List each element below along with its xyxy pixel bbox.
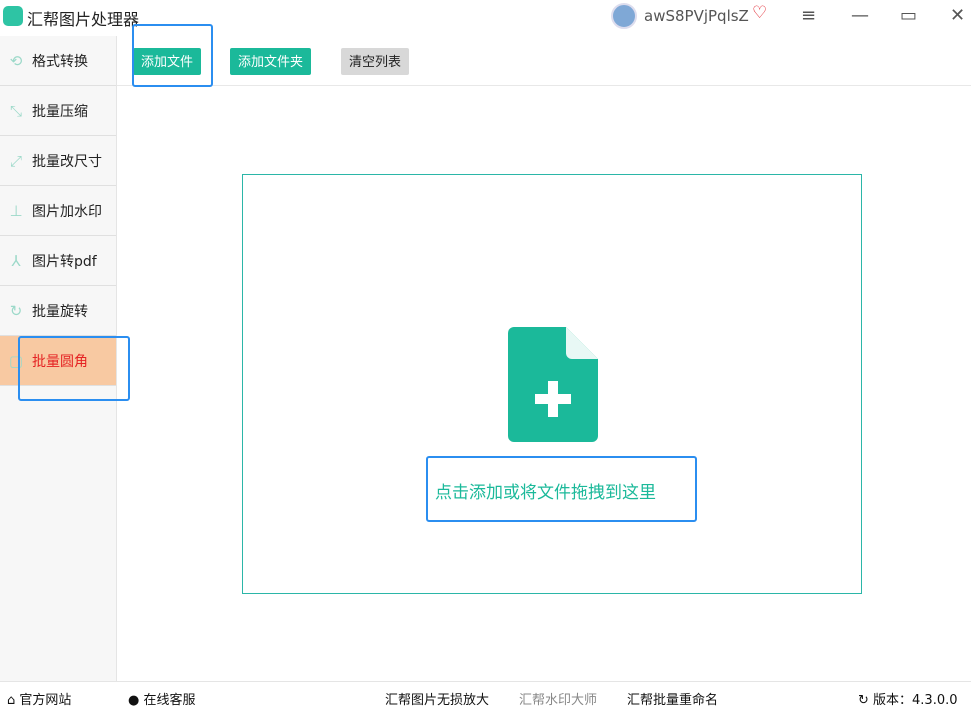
watermark-link[interactable]: 汇帮水印大师 bbox=[519, 689, 597, 708]
upscale-link[interactable]: 汇帮图片无损放大 bbox=[385, 689, 489, 708]
sidebar-item-label: 图片加水印 bbox=[32, 203, 102, 220]
avatar[interactable] bbox=[611, 3, 637, 29]
minimize-button[interactable]: — bbox=[851, 5, 869, 26]
drop-zone[interactable]: 点击添加或将文件拖拽到这里 bbox=[242, 174, 862, 594]
sidebar-item-compress[interactable]: ⤡ 批量压缩 bbox=[0, 86, 116, 136]
sidebar-item-format[interactable]: ⟲ 格式转换 bbox=[0, 36, 116, 86]
sidebar-item-resize[interactable]: ⤢ 批量改尺寸 bbox=[0, 136, 116, 186]
sidebar-item-label: 图片转pdf bbox=[32, 253, 97, 270]
close-button[interactable]: ✕ bbox=[950, 5, 965, 26]
pdf-icon: ⅄ bbox=[11, 251, 21, 270]
highlight-box bbox=[426, 456, 697, 522]
support-label: 在线客服 bbox=[143, 693, 196, 708]
stamp-icon: ⊥ bbox=[9, 201, 23, 220]
highlight-box bbox=[18, 336, 130, 401]
app-logo-icon bbox=[3, 6, 23, 26]
rename-link[interactable]: 汇帮批量重命名 bbox=[627, 689, 718, 708]
sidebar-item-label: 批量改尺寸 bbox=[32, 153, 102, 170]
resize-icon: ⤢ bbox=[9, 151, 22, 170]
toolbar: 添加文件 添加文件夹 清空列表 bbox=[117, 36, 971, 86]
support-link[interactable]: ● 在线客服 bbox=[128, 689, 196, 708]
menu-icon[interactable]: ≡ bbox=[801, 5, 816, 26]
sidebar-item-label: 批量旋转 bbox=[32, 303, 88, 320]
website-label: 官方网站 bbox=[19, 693, 72, 708]
footer: ⌂ 官方网站 ● 在线客服 汇帮图片无损放大 汇帮水印大师 汇帮批量重命名 ↻ … bbox=[0, 681, 971, 710]
sidebar-item-label: 格式转换 bbox=[32, 53, 88, 70]
username[interactable]: awS8PVjPqlsZ bbox=[644, 7, 749, 25]
maximize-button[interactable]: ▭ bbox=[900, 5, 917, 26]
version-info[interactable]: ↻ 版本：4.3.0.0 bbox=[858, 689, 958, 708]
add-file-icon bbox=[508, 327, 598, 442]
sidebar-item-pdf[interactable]: ⅄ 图片转pdf bbox=[0, 236, 116, 286]
rotate-icon: ↻ bbox=[9, 301, 23, 320]
sidebar-item-label: 批量压缩 bbox=[32, 103, 88, 120]
highlight-box bbox=[132, 24, 213, 87]
vip-icon[interactable]: ♡ bbox=[752, 3, 767, 23]
sidebar-item-watermark[interactable]: ⊥ 图片加水印 bbox=[0, 186, 116, 236]
add-folder-button[interactable]: 添加文件夹 bbox=[230, 48, 312, 75]
refresh-convert-icon: ⟲ bbox=[9, 51, 23, 70]
version-label: 版本：4.3.0.0 bbox=[873, 693, 958, 708]
website-link[interactable]: ⌂ 官方网站 bbox=[7, 689, 71, 708]
compress-icon: ⤡ bbox=[9, 101, 22, 120]
clear-list-button[interactable]: 清空列表 bbox=[341, 48, 410, 75]
sidebar-item-rotate[interactable]: ↻ 批量旋转 bbox=[0, 286, 116, 336]
app-title: 汇帮图片处理器 bbox=[27, 10, 140, 29]
